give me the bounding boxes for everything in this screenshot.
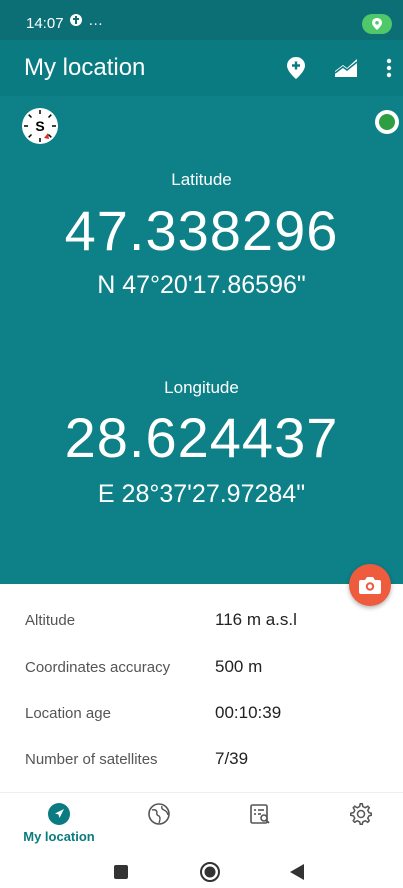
gps-status-indicator — [375, 110, 399, 134]
recents-button[interactable] — [109, 860, 133, 884]
nav-item-my-location[interactable]: My location — [19, 793, 99, 851]
list-search-icon — [250, 804, 270, 824]
recents-square-icon — [114, 865, 128, 879]
camera-icon — [359, 577, 381, 594]
add-location-button[interactable] — [282, 54, 310, 82]
back-button[interactable] — [285, 860, 309, 884]
navigation-arrow-icon — [48, 803, 70, 825]
nav-label: My location — [23, 829, 95, 844]
latitude-label: Latitude — [171, 170, 232, 189]
home-circle-icon — [200, 862, 220, 882]
notification-app-icon — [70, 14, 82, 26]
latitude-dms: N 47°20'17.86596" — [97, 271, 306, 299]
detail-label: Coordinates accuracy — [25, 659, 171, 676]
detail-row-accuracy: Coordinates accuracy 500 m — [0, 645, 403, 691]
detail-value: 00:10:39 — [215, 703, 282, 722]
nav-item-saved-places[interactable] — [220, 793, 300, 851]
detail-label: Location age — [25, 705, 111, 722]
bottom-navigation: My location — [0, 792, 403, 850]
home-button[interactable] — [198, 860, 222, 884]
settings-icon — [350, 803, 372, 825]
status-time: 14:07 — [26, 15, 64, 32]
location-pin-icon — [372, 18, 382, 30]
system-navigation-bar — [0, 850, 403, 888]
compass-icon[interactable]: S — [22, 108, 58, 144]
terrain-icon — [335, 59, 357, 77]
detail-value: 116 m a.s.l — [215, 610, 297, 629]
overflow-menu-button[interactable] — [375, 54, 403, 82]
status-more-dots: … — [88, 12, 105, 29]
latitude-decimal: 47.338296 — [64, 199, 339, 262]
status-bar: 14:07 … — [0, 0, 403, 40]
location-active-indicator — [362, 14, 392, 34]
coordinates-panel: S Latitude 47.338296 N 47°20'17.86596" L… — [0, 96, 403, 584]
nav-item-settings[interactable] — [321, 793, 401, 851]
detail-row-altitude: Altitude 116 m a.s.l — [0, 598, 403, 644]
page-title: My location — [24, 54, 146, 81]
status-notification-icons: … — [69, 12, 104, 29]
longitude-decimal: 28.624437 — [64, 406, 339, 469]
app-bar: My location — [0, 40, 403, 96]
more-vert-icon — [386, 58, 392, 78]
detail-row-location-age: Location age 00:10:39 — [0, 691, 403, 737]
detail-label: Altitude — [25, 612, 76, 629]
nav-item-map[interactable] — [119, 793, 199, 851]
back-triangle-icon — [290, 864, 304, 880]
compass-heading-letter: S — [35, 118, 45, 134]
detail-label: Number of satellites — [25, 751, 158, 768]
altitude-chart-button[interactable] — [332, 54, 360, 82]
detail-value: 7/39 — [215, 749, 249, 768]
longitude-label: Longitude — [164, 378, 239, 397]
add-location-icon — [287, 57, 305, 79]
detail-value: 500 m — [215, 657, 263, 676]
globe-icon — [148, 803, 170, 825]
longitude-dms: E 28°37'27.97284" — [97, 480, 306, 508]
detail-row-satellites: Number of satellites 7/39 — [0, 737, 403, 783]
